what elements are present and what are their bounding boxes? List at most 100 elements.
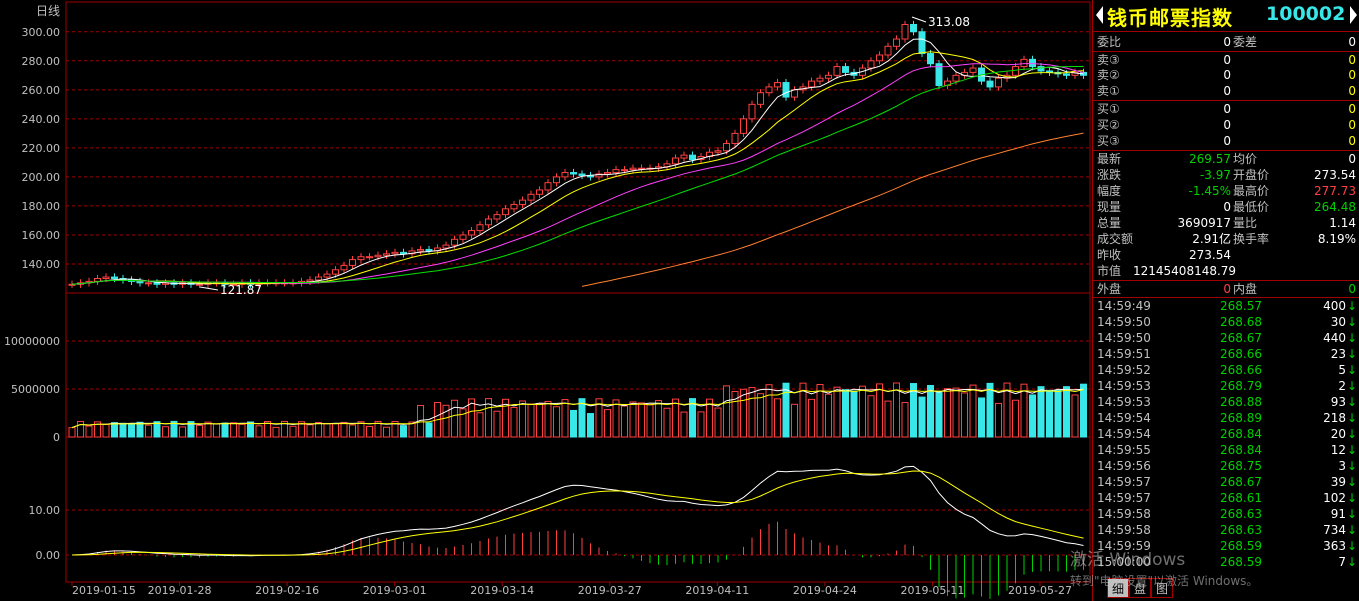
volume-bar [544,400,552,438]
tab-book[interactable]: 盘 [1129,578,1151,598]
volume-bar [425,422,433,438]
down-arrow-icon: ↓ [1346,427,1357,441]
date-tick-label: 2019-04-11 [685,584,749,597]
tick-price: 268.84 [1220,427,1262,441]
down-arrow-icon: ↓ [1346,331,1357,345]
volume-bar [1012,399,1019,438]
candle-body [578,173,586,176]
tick-row: 14:59:53 268.79 2 ↓ [1093,378,1359,394]
volume-bar [230,422,237,438]
candle-body [816,77,824,82]
volume-bar [340,421,348,438]
chart-period-label: 日线 [36,4,60,18]
volume-bar [969,384,977,438]
tick-volume: 20 [1330,427,1346,441]
candle-body [136,280,144,284]
volume-bar [1071,394,1079,438]
volume-bar [136,421,144,438]
tick-price: 268.67 [1220,475,1262,489]
volume-bar [901,402,909,438]
candle-body [102,276,110,279]
volume-bar [680,411,688,438]
tick-time: 14:59:58 [1097,507,1151,521]
candle-body [672,157,679,165]
tick-row: 14:59:52 268.66 5 ↓ [1093,362,1359,378]
candle-body [145,282,152,285]
quote-row-curvol: 现量 0 最低价 264.48 [1097,200,1356,214]
tick-time: 15:00:00 [1097,555,1151,569]
tick-volume: 734 [1323,523,1346,537]
date-tick-label: 2019-04-24 [793,584,857,597]
volume-bar [204,421,212,438]
volume-bar [723,385,730,438]
candle-body [111,276,118,279]
volume-bar [833,386,841,438]
volume-bar [867,395,875,438]
kline-chart[interactable]: 日线 300.00 280.00 260.00 240.00 220.00 200.00 18… [0,0,1092,601]
tick-time: 14:59:54 [1097,411,1151,425]
quote-row-outer-inner: 外盘 0 内盘 0 [1097,282,1356,296]
candle-body [629,167,637,171]
low-annotation: 121.87 [220,283,262,297]
candle-body [731,132,739,145]
tab-detail[interactable]: 细 [1107,578,1129,598]
volume-bar [1063,386,1070,438]
down-arrow-icon: ↓ [1346,539,1357,553]
price-tick-label: 140.00 [22,258,61,271]
tick-row: 14:59:51 268.66 23 ↓ [1093,346,1359,362]
candle-body [1063,73,1070,76]
candle-body [740,118,747,134]
candle-body [442,244,450,249]
candle-body [459,234,467,240]
buy-row-2: 买② 0 0 [1097,118,1356,132]
volume-bar [995,402,1002,438]
macd-tick-label: 0.00 [36,549,61,562]
candle-body [986,80,994,88]
tick-price: 268.79 [1220,379,1262,393]
volume-bar [646,404,654,438]
tick-price: 268.61 [1220,491,1262,505]
volume-bar [272,426,280,438]
candle-body [340,264,348,271]
prev-security-icon[interactable] [1096,6,1103,24]
volume-bar [102,424,110,438]
volume-bar [714,407,722,438]
volume-bar [213,423,220,438]
tick-price: 268.75 [1220,459,1262,473]
tab-chart[interactable]: 图 [1151,578,1173,598]
volume-bar [952,387,960,438]
tick-volume: 2 [1338,379,1346,393]
macd-tick-label: 10.00 [29,504,61,517]
quote-panel: 钱币邮票指数 100002 委比 0 委差 0 卖③ 0 0 卖② 0 0 卖①… [1092,0,1359,601]
volume-bar [315,422,322,438]
down-arrow-icon: ↓ [1346,507,1357,521]
security-name: 钱币邮票指数 [1107,6,1233,30]
next-security-icon[interactable] [1350,6,1357,24]
candle-body [765,86,773,94]
candle-body [808,80,815,88]
buy-row-1: 买① 0 0 [1097,102,1356,116]
candle-body [153,282,161,285]
tick-row: 15:00:00 268.59 7 ↓ [1093,554,1359,570]
candle-body [833,66,841,76]
volume-bar [638,402,645,438]
volume-bar [1046,389,1053,438]
tick-time: 14:59:53 [1097,395,1151,409]
high-pointer [911,16,927,23]
tick-time: 14:59:56 [1097,459,1151,473]
down-arrow-icon: ↓ [1346,523,1357,537]
tick-time: 14:59:50 [1097,315,1151,329]
high-annotation: 313.08 [928,15,970,29]
candle-body [306,279,314,282]
tick-time: 14:59:49 [1097,299,1151,313]
volume-bar [553,406,560,438]
volume-tick-label: 10000000 [4,335,60,348]
security-code: 100002 [1266,3,1346,25]
tick-row: 14:59:53 268.88 93 ↓ [1093,394,1359,410]
chart-svg: 日线 300.00 280.00 260.00 240.00 220.00 200.00 18… [4,1,1091,599]
quote-row-change: 涨跌 -3.97 开盘价 273.54 [1097,168,1356,182]
volume-tick-label: 0 [53,431,60,444]
down-arrow-icon: ↓ [1346,555,1357,569]
candle-body [1020,58,1028,68]
tick-price: 268.57 [1220,299,1262,313]
